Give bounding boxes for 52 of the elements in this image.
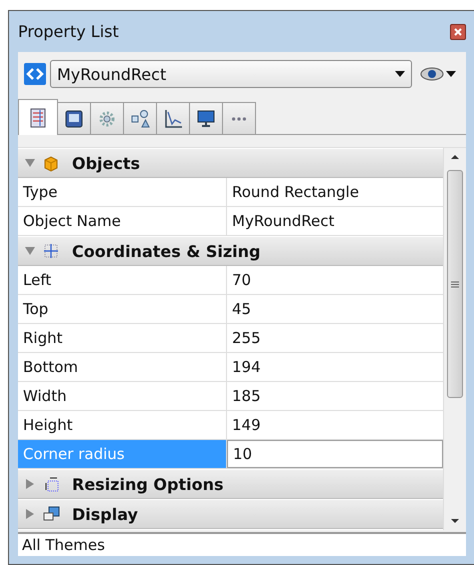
category-label: Resizing Options bbox=[72, 474, 224, 494]
toolbar-tab[interactable] bbox=[123, 102, 157, 134]
close-button[interactable] bbox=[450, 24, 466, 40]
property-name[interactable]: Top bbox=[18, 295, 227, 323]
property-list-icon bbox=[28, 106, 48, 128]
property-value[interactable]: 70 bbox=[227, 266, 443, 294]
display-icon bbox=[42, 505, 60, 523]
category-label: Coordinates & Sizing bbox=[72, 242, 261, 260]
category-header[interactable]: Objects bbox=[18, 148, 443, 178]
caret-icon bbox=[395, 71, 405, 77]
scrollbar-thumb[interactable] bbox=[447, 170, 463, 398]
status-text: All Themes bbox=[22, 536, 105, 554]
property-name[interactable]: Right bbox=[18, 324, 227, 352]
property-value[interactable]: 185 bbox=[227, 382, 443, 410]
property-name[interactable]: Height bbox=[18, 411, 227, 439]
category-header[interactable]: Resizing Options bbox=[18, 469, 443, 499]
category-label: Objects bbox=[72, 154, 140, 172]
collapsed-triangle-icon[interactable] bbox=[24, 478, 36, 490]
property-name[interactable]: Left bbox=[18, 266, 227, 294]
toolbar-tab[interactable] bbox=[189, 102, 223, 134]
shapes-icon bbox=[130, 108, 150, 130]
collapsed-triangle-icon[interactable] bbox=[24, 508, 36, 520]
toolbar-tab[interactable] bbox=[18, 99, 58, 135]
toolbar-tab[interactable] bbox=[57, 102, 91, 134]
more-icon bbox=[232, 116, 246, 120]
property-value[interactable]: MyRoundRect bbox=[227, 207, 443, 235]
expanded-triangle-icon[interactable] bbox=[24, 157, 36, 169]
close-icon bbox=[453, 26, 463, 36]
code-brackets-icon[interactable] bbox=[24, 63, 46, 85]
object-dropdown[interactable]: MyRoundRect bbox=[50, 60, 412, 88]
category-label: Display bbox=[72, 504, 138, 524]
property-value[interactable]: 45 bbox=[227, 295, 443, 323]
property-name[interactable]: Object Name bbox=[18, 207, 227, 235]
property-value[interactable]: 255 bbox=[227, 324, 443, 352]
expanded-triangle-icon[interactable] bbox=[24, 245, 36, 257]
cube-icon bbox=[42, 154, 60, 172]
category-header[interactable]: Display bbox=[18, 499, 443, 529]
property-name[interactable]: Bottom bbox=[18, 353, 227, 381]
category-header[interactable]: Coordinates & Sizing bbox=[18, 236, 443, 266]
chart-icon bbox=[163, 108, 183, 130]
property-value[interactable]: Round Rectangle bbox=[227, 178, 443, 206]
property-name[interactable]: Type bbox=[18, 178, 227, 206]
grip-icon bbox=[451, 280, 459, 288]
property-value[interactable]: 194 bbox=[227, 353, 443, 381]
monitor-icon bbox=[196, 108, 216, 130]
eye-icon bbox=[420, 67, 444, 81]
property-value[interactable]: 149 bbox=[227, 411, 443, 439]
toolbar-tab[interactable] bbox=[156, 102, 190, 134]
property-value[interactable]: 10 bbox=[227, 440, 443, 468]
window-title: Property List bbox=[18, 22, 119, 41]
caret-icon bbox=[446, 71, 456, 77]
property-name[interactable]: Width bbox=[18, 382, 227, 410]
